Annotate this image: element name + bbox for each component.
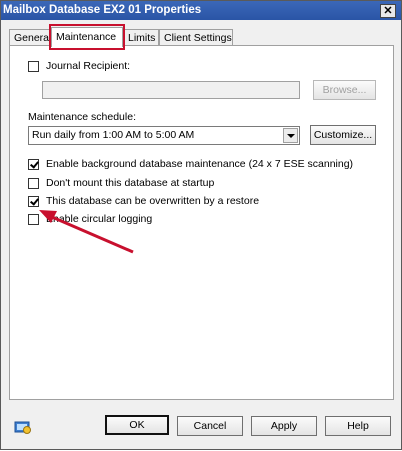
background-maintenance-checkbox[interactable] bbox=[28, 158, 39, 170]
option-background-maintenance[interactable]: Enable background database maintenance (… bbox=[28, 157, 353, 171]
tab-general[interactable]: General bbox=[9, 29, 51, 46]
circular-logging-label: Enable circular logging bbox=[46, 213, 153, 225]
window-title: Mailbox Database EX2 01 Properties bbox=[3, 4, 202, 16]
dont-mount-checkbox[interactable] bbox=[28, 177, 39, 189]
dont-mount-label: Don't mount this database at startup bbox=[46, 177, 215, 189]
help-button[interactable]: Help bbox=[325, 416, 391, 436]
journal-recipient-label: Journal Recipient: bbox=[46, 60, 131, 72]
tab-client-settings[interactable]: Client Settings bbox=[159, 29, 233, 46]
journal-recipient-checkbox[interactable] bbox=[28, 60, 39, 72]
journal-recipient-field bbox=[42, 81, 300, 99]
close-button[interactable]: ✕ bbox=[380, 4, 396, 18]
tab-limits[interactable]: Limits bbox=[123, 29, 159, 46]
option-dont-mount[interactable]: Don't mount this database at startup bbox=[28, 176, 214, 190]
circular-logging-checkbox[interactable] bbox=[28, 213, 39, 225]
overwrite-by-restore-label: This database can be overwritten by a re… bbox=[46, 195, 260, 207]
cancel-button[interactable]: Cancel bbox=[177, 416, 243, 436]
browse-button: Browse... bbox=[313, 80, 376, 100]
apply-button[interactable]: Apply bbox=[251, 416, 317, 436]
maintenance-schedule-select[interactable]: Run daily from 1:00 AM to 5:00 AM bbox=[28, 126, 300, 145]
maintenance-schedule-value: Run daily from 1:00 AM to 5:00 AM bbox=[32, 129, 195, 141]
overwrite-by-restore-checkbox[interactable] bbox=[28, 195, 39, 207]
background-maintenance-label: Enable background database maintenance (… bbox=[46, 158, 354, 170]
tab-maintenance[interactable]: Maintenance bbox=[51, 27, 123, 47]
customize-button[interactable]: Customize... bbox=[310, 125, 376, 145]
dialog-help-icon[interactable] bbox=[14, 420, 32, 434]
ok-button[interactable]: OK bbox=[105, 415, 169, 435]
option-circular-logging[interactable]: Enable circular logging bbox=[28, 212, 152, 226]
chevron-down-icon[interactable] bbox=[283, 128, 298, 143]
properties-dialog: Mailbox Database EX2 01 Properties ✕ Gen… bbox=[0, 0, 402, 450]
tab-strip: General Maintenance Limits Client Settin… bbox=[9, 27, 399, 47]
maintenance-panel: Journal Recipient: Browse... Maintenance… bbox=[9, 45, 394, 400]
journal-recipient-row[interactable]: Journal Recipient: bbox=[28, 59, 130, 73]
maintenance-schedule-label: Maintenance schedule: bbox=[28, 111, 136, 123]
option-overwrite-by-restore[interactable]: This database can be overwritten by a re… bbox=[28, 194, 259, 208]
title-bar[interactable]: Mailbox Database EX2 01 Properties ✕ bbox=[1, 1, 401, 20]
